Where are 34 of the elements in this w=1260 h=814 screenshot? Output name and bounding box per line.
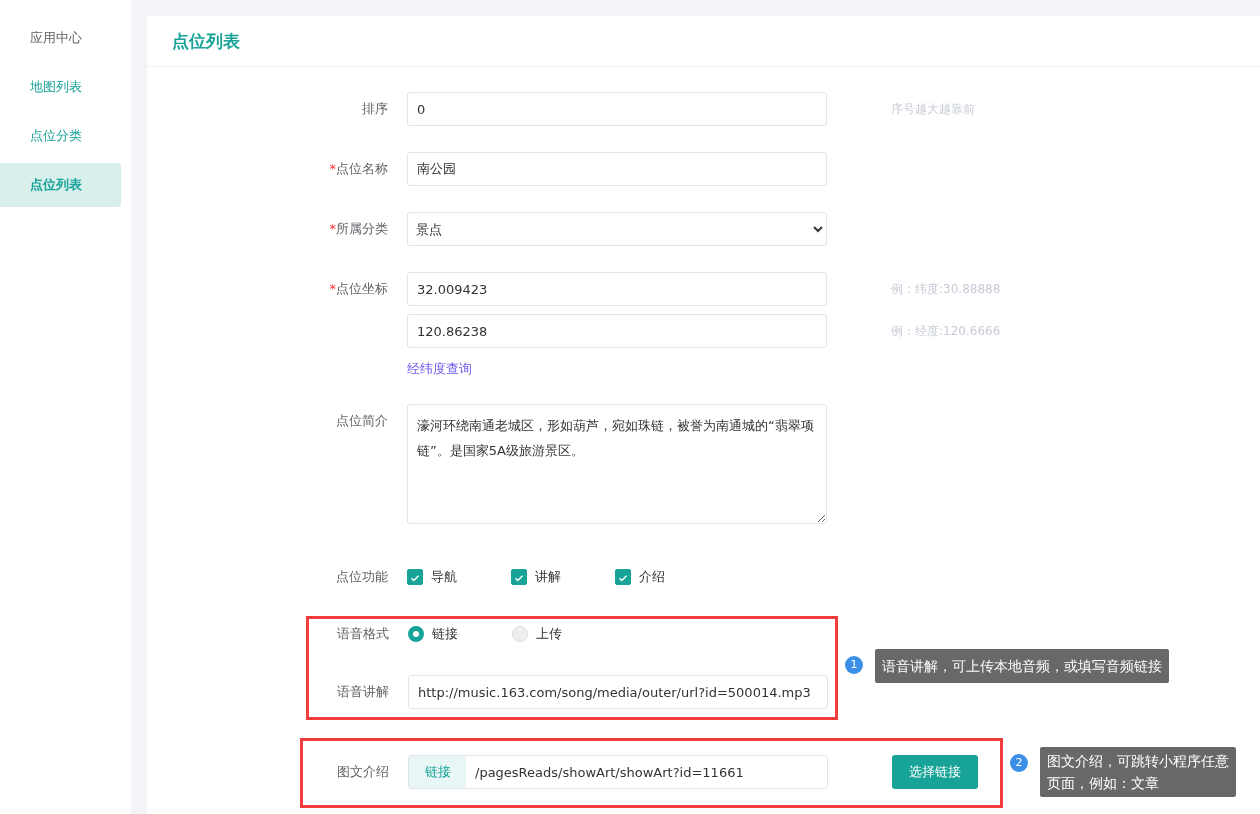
sidebar-item[interactable]: 应用中心 xyxy=(0,16,121,60)
option-label: 介绍 xyxy=(639,568,665,586)
field-label: 语音格式 xyxy=(336,625,389,643)
option-label: 上传 xyxy=(536,625,562,643)
annotation-tooltip: 语音讲解，可上传本地音频，或填写音频链接 xyxy=(875,649,1169,683)
checkbox[interactable] xyxy=(511,569,527,585)
field-label: 图文介绍 xyxy=(336,763,389,781)
option-label: 讲解 xyxy=(535,568,561,586)
checkbox[interactable] xyxy=(407,569,423,585)
radio-button[interactable] xyxy=(408,626,424,642)
description-textarea[interactable]: 濠河环绕南通老城区，形如葫芦，宛如珠链，被誉为南通城的“翡翠项链”。是国家5A级旅游景区。 xyxy=(407,404,827,524)
checkbox[interactable] xyxy=(615,569,631,585)
field-label: 语音讲解 xyxy=(336,683,389,701)
text-input[interactable]: 南公园 xyxy=(407,152,827,186)
field-label: *点位名称 xyxy=(328,160,388,178)
field-label: 点位简介 xyxy=(335,412,388,430)
field-label: 排序 xyxy=(361,100,388,118)
input-prefix: 链接 xyxy=(409,756,466,788)
category-select[interactable]: 景点 xyxy=(407,212,827,246)
field-label: *所属分类 xyxy=(328,220,388,238)
field-label: *点位坐标 xyxy=(328,280,388,298)
lookup-link[interactable]: 经纬度查询 xyxy=(407,360,472,378)
text-input[interactable]: http://music.163.com/song/media/outer/url?id=500014.mp3 xyxy=(408,675,828,709)
page-title: 点位列表 xyxy=(172,29,240,53)
text-input[interactable]: 0 xyxy=(407,92,827,126)
coordinate-input[interactable]: 120.86238 xyxy=(407,314,827,348)
option-label: 链接 xyxy=(432,625,458,643)
option-label: 导航 xyxy=(431,568,457,586)
step-number: 2 xyxy=(1010,754,1028,772)
coordinate-input[interactable]: 32.009423 xyxy=(407,272,827,306)
link-input-field[interactable]: 链接 /pagesReads/showArt/showArt?id=11661 xyxy=(408,755,828,789)
field-label: 点位功能 xyxy=(335,568,388,586)
step-number: 1 xyxy=(845,656,863,674)
annotation-tooltip: 图文介绍，可跳转小程序任意页面，例如：文章 xyxy=(1040,747,1236,797)
